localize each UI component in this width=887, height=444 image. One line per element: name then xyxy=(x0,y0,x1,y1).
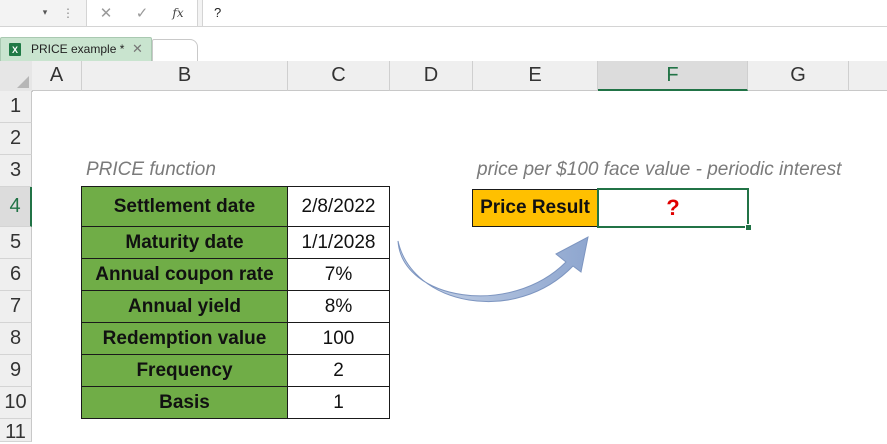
curved-arrow-icon xyxy=(397,236,589,302)
curved-arrow-body xyxy=(397,236,589,302)
